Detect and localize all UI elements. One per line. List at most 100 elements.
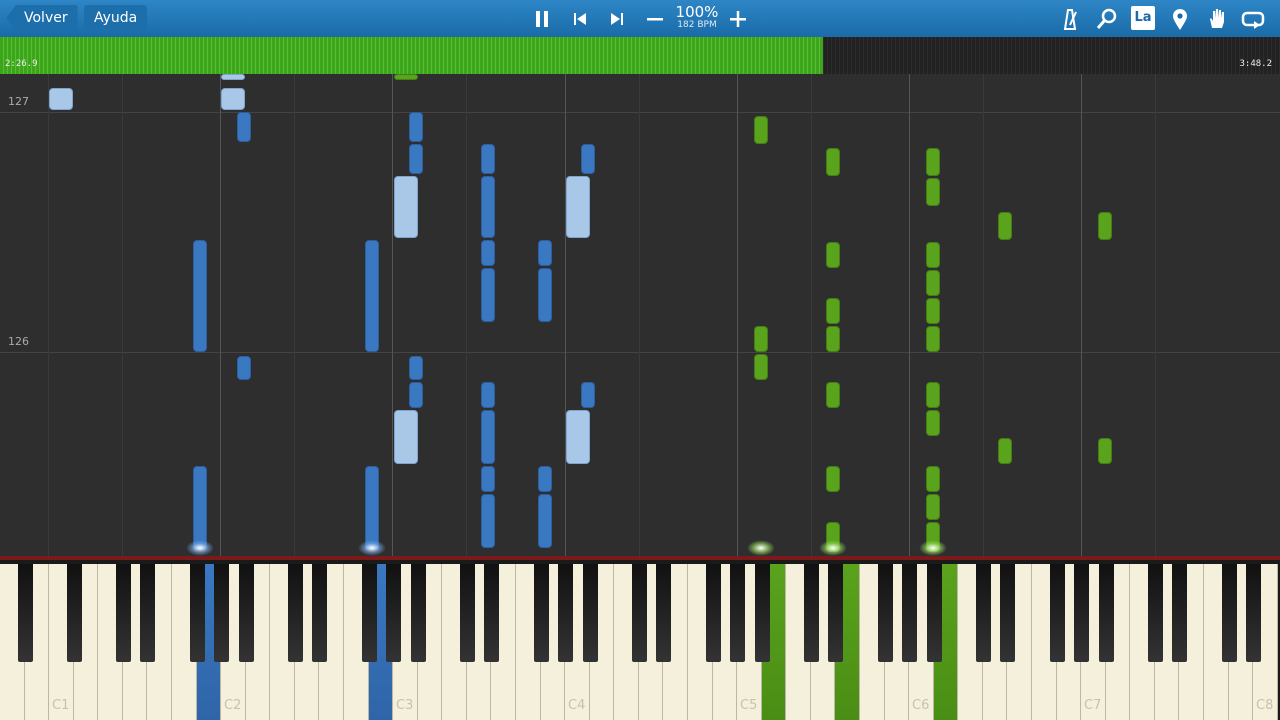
note-right-hand [926, 466, 940, 492]
black-key[interactable] [705, 564, 721, 662]
tempo-bpm: 182 BPM [677, 20, 717, 30]
black-key[interactable] [484, 564, 500, 662]
note-left-hand [237, 356, 251, 380]
grid-line [639, 74, 640, 556]
note-right-hand [926, 148, 940, 176]
note-left-hand [481, 494, 495, 548]
black-key[interactable] [1000, 564, 1016, 662]
note-left-hand [566, 176, 590, 238]
note-left-hand [581, 144, 595, 174]
minus-icon[interactable] [644, 8, 666, 30]
measure-number: 126 [8, 335, 29, 348]
grid-line [737, 74, 738, 556]
note-left-hand [193, 240, 207, 352]
note-right-hand [926, 326, 940, 352]
octave-label: C2 [224, 698, 242, 713]
note-left-hand [481, 268, 495, 322]
note-left-hand [481, 176, 495, 238]
tempo-display: 100% 182 BPM [672, 4, 722, 30]
key-hit-glow [358, 540, 386, 556]
black-key[interactable] [902, 564, 918, 662]
grid-line [1155, 74, 1156, 556]
plus-icon[interactable] [727, 8, 749, 30]
grid-line [392, 74, 393, 556]
location-pin-icon[interactable] [1167, 6, 1193, 32]
note-left-hand [481, 466, 495, 492]
note-left-hand [538, 466, 552, 492]
note-left-hand [365, 466, 379, 550]
black-key[interactable] [1074, 564, 1090, 662]
black-key[interactable] [1147, 564, 1163, 662]
note-left-hand [394, 410, 418, 464]
note-right-hand [754, 354, 768, 380]
black-key[interactable] [140, 564, 156, 662]
measure-line [0, 352, 1280, 353]
black-key[interactable] [312, 564, 328, 662]
grid-line [466, 74, 467, 556]
note-left-hand [538, 240, 552, 266]
octave-label: C6 [912, 698, 930, 713]
black-key[interactable] [558, 564, 574, 662]
pause-icon[interactable] [531, 8, 553, 30]
black-key[interactable] [361, 564, 377, 662]
black-key[interactable] [803, 564, 819, 662]
song-progress-bar[interactable] [0, 37, 1280, 74]
black-key[interactable] [287, 564, 303, 662]
black-key[interactable] [1049, 564, 1065, 662]
note-left-hand [409, 382, 423, 408]
black-key[interactable] [828, 564, 844, 662]
black-key[interactable] [1221, 564, 1237, 662]
note-right-hand [826, 242, 840, 268]
black-key[interactable] [1246, 564, 1262, 662]
current-time: 2:26.9 [5, 59, 38, 69]
black-key[interactable] [754, 564, 770, 662]
back-button[interactable]: Volver [6, 5, 78, 31]
black-key[interactable] [214, 564, 230, 662]
black-key[interactable] [66, 564, 82, 662]
note-left-hand [365, 240, 379, 352]
black-key[interactable] [386, 564, 402, 662]
black-key[interactable] [189, 564, 205, 662]
note-right-hand [926, 410, 940, 436]
note-right-hand [826, 382, 840, 408]
black-key[interactable] [533, 564, 549, 662]
note-right-hand [826, 298, 840, 324]
note-right-hand [826, 466, 840, 492]
black-key[interactable] [17, 564, 33, 662]
measure-number: 127 [8, 95, 29, 108]
skip-back-icon[interactable] [569, 8, 591, 30]
search-icon[interactable] [1094, 6, 1120, 32]
black-key[interactable] [656, 564, 672, 662]
black-key[interactable] [238, 564, 254, 662]
metronome-icon[interactable] [1057, 6, 1083, 32]
help-button[interactable]: Ayuda [84, 5, 148, 31]
hand-icon[interactable] [1204, 6, 1230, 32]
skip-forward-icon[interactable] [606, 8, 628, 30]
black-key[interactable] [926, 564, 942, 662]
black-key[interactable] [582, 564, 598, 662]
grid-line [811, 74, 812, 556]
black-key[interactable] [877, 564, 893, 662]
note-left-hand [581, 382, 595, 408]
grid-line [983, 74, 984, 556]
black-key[interactable] [459, 564, 475, 662]
black-key[interactable] [975, 564, 991, 662]
black-key[interactable] [115, 564, 131, 662]
black-key[interactable] [1172, 564, 1188, 662]
note-right-hand [394, 74, 418, 80]
grid-line [122, 74, 123, 556]
note-left-hand [221, 88, 245, 110]
note-right-hand [926, 494, 940, 520]
black-key[interactable] [410, 564, 426, 662]
top-toolbar: Volver Ayuda 100% 182 BPM La [0, 0, 1280, 37]
note-right-hand [926, 298, 940, 324]
black-key[interactable] [730, 564, 746, 662]
black-key[interactable] [1098, 564, 1114, 662]
note-right-hand [754, 116, 768, 144]
language-badge[interactable]: La [1131, 6, 1155, 30]
black-key[interactable] [631, 564, 647, 662]
octave-label: C7 [1084, 698, 1102, 713]
note-right-hand [926, 242, 940, 268]
loop-icon[interactable] [1240, 6, 1266, 32]
note-left-hand [221, 74, 245, 80]
